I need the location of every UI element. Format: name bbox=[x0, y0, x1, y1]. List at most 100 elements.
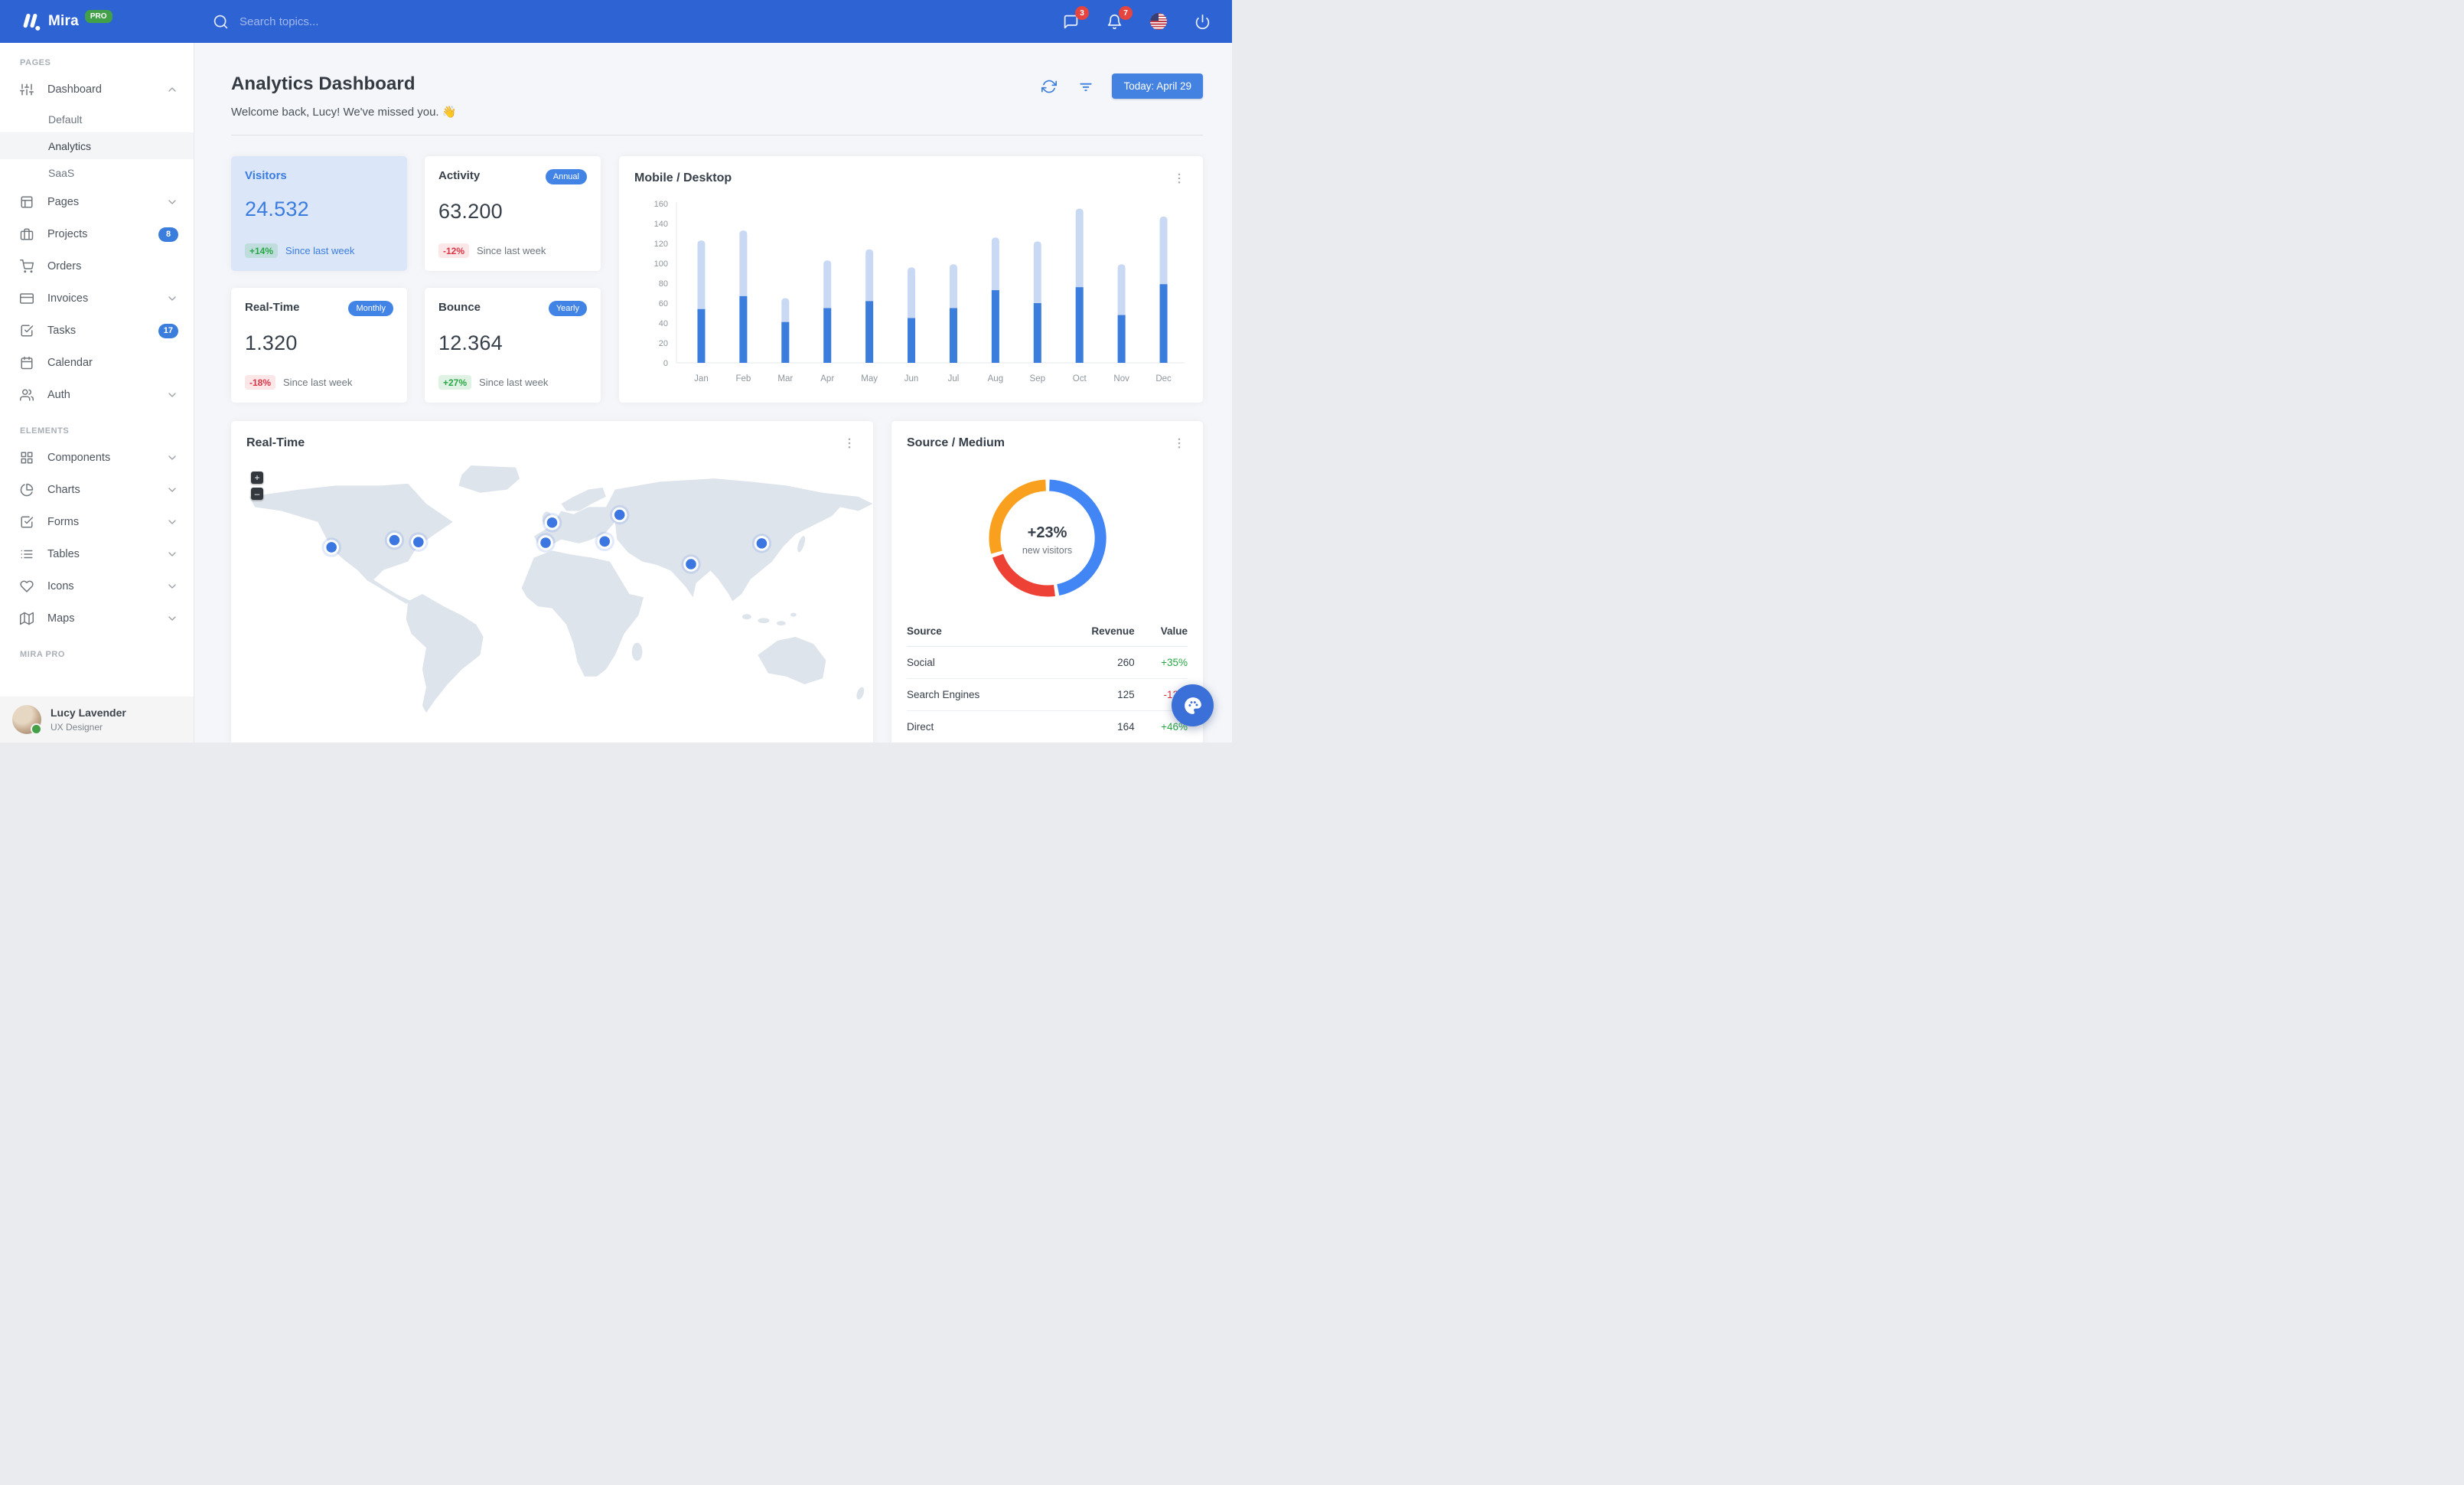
chart-card-menu-button[interactable] bbox=[1171, 170, 1188, 187]
stat-change-chip: +27% bbox=[438, 375, 472, 390]
sidebar-subitem-saas[interactable]: SaaS bbox=[0, 159, 194, 186]
theme-settings-fab[interactable] bbox=[1172, 684, 1214, 726]
table-header: Value bbox=[1134, 618, 1188, 647]
filter-button[interactable] bbox=[1075, 76, 1097, 97]
sidebar-item-forms[interactable]: Forms bbox=[0, 506, 194, 538]
stat-period-badge[interactable]: Monthly bbox=[348, 301, 393, 316]
map-zoom-in-button[interactable]: + bbox=[251, 472, 263, 484]
stat-title: Bounce bbox=[438, 301, 481, 314]
stat-cards: Visitors 24.532 +14% Since last week Act… bbox=[231, 156, 601, 403]
stat-card-bounce: Bounce Yearly 12.364 +27% Since last wee… bbox=[425, 288, 601, 403]
svg-text:60: 60 bbox=[659, 299, 668, 308]
stat-value: 24.532 bbox=[245, 197, 309, 220]
map-marker[interactable] bbox=[536, 533, 556, 553]
svg-text:Jul: Jul bbox=[948, 374, 960, 383]
search-input[interactable] bbox=[238, 14, 422, 29]
sign-out-button[interactable] bbox=[1191, 11, 1214, 33]
sidebar-item-maps[interactable]: Maps bbox=[0, 602, 194, 635]
source-medium-donut: +23% new visitors bbox=[975, 465, 1120, 615]
page-title: Analytics Dashboard bbox=[231, 73, 416, 94]
sidebar-section-label: ELEMENTS bbox=[20, 426, 70, 436]
source-medium-card: Source / Medium +23% new visitors Source… bbox=[891, 421, 1203, 742]
pie-chart-icon bbox=[20, 483, 34, 497]
sidebar-user[interactable]: Lucy Lavender UX Designer bbox=[0, 697, 194, 742]
map-continents bbox=[249, 465, 873, 713]
svg-text:140: 140 bbox=[654, 220, 668, 229]
map-marker[interactable] bbox=[542, 513, 562, 533]
chevron-down-icon bbox=[168, 393, 176, 397]
check-square-icon bbox=[21, 516, 34, 528]
map-marker[interactable] bbox=[321, 537, 341, 557]
heart-icon bbox=[20, 580, 34, 592]
brand[interactable]: Mira PRO bbox=[18, 9, 196, 33]
source-card-menu-button[interactable] bbox=[1171, 435, 1188, 452]
sidebar-item-calendar[interactable]: Calendar bbox=[0, 347, 194, 379]
table-row[interactable]: Search Engines 125 -12% bbox=[907, 678, 1188, 711]
map-marker[interactable] bbox=[609, 504, 630, 525]
table-header: Source bbox=[907, 618, 1051, 647]
credit-card-icon bbox=[20, 293, 34, 304]
stat-card-real-time: Real-Time Monthly 1.320 -18% Since last … bbox=[231, 288, 407, 403]
svg-text:Aug: Aug bbox=[988, 374, 1003, 383]
more-vertical-icon bbox=[1178, 173, 1181, 184]
sidebar-badge: 8 bbox=[158, 227, 178, 242]
sidebar: PAGES Dashboard Default Analytics SaaS Page… bbox=[0, 43, 194, 742]
chevron-down-icon bbox=[168, 296, 176, 301]
language-button[interactable] bbox=[1147, 10, 1170, 33]
user-role: UX Designer bbox=[51, 721, 103, 733]
chevron-down-icon bbox=[168, 200, 176, 204]
svg-text:100: 100 bbox=[654, 259, 668, 269]
sidebar-item-icons[interactable]: Icons bbox=[0, 570, 194, 602]
page-header: Analytics Dashboard Welcome back, Lucy! … bbox=[231, 73, 1203, 119]
chevron-up-icon bbox=[168, 87, 176, 92]
map-zoom-out-button[interactable]: – bbox=[251, 488, 263, 500]
layout-icon bbox=[21, 196, 33, 208]
sidebar-item-charts[interactable]: Charts bbox=[0, 474, 194, 506]
sidebar-item-projects[interactable]: Projects 8 bbox=[0, 218, 194, 250]
sidebar-item-auth[interactable]: Auth bbox=[0, 379, 194, 411]
table-row[interactable]: Social 260 +35% bbox=[907, 646, 1188, 679]
notifications-button[interactable]: 7 bbox=[1103, 5, 1133, 33]
sidebar-item-invoices[interactable]: Invoices bbox=[0, 282, 194, 315]
mobile-desktop-bar-chart: 0 20 40 60 80 100 120 140 160 Jan Feb Mar Apr May Jun J… bbox=[619, 191, 1203, 391]
stat-title: Activity bbox=[438, 169, 481, 182]
sidebar-section-label: MIRA PRO bbox=[20, 650, 65, 659]
refresh-button[interactable] bbox=[1038, 76, 1060, 97]
refresh-icon bbox=[1041, 80, 1058, 93]
stat-change-chip: +14% bbox=[245, 243, 279, 258]
app-window: Mira PRO 3 7 PAGES D bbox=[0, 0, 1232, 742]
map-marker[interactable] bbox=[681, 554, 701, 574]
grid-icon bbox=[21, 452, 33, 464]
search bbox=[213, 14, 422, 30]
messages-button[interactable]: 3 bbox=[1060, 5, 1089, 33]
stat-period-badge[interactable]: Annual bbox=[545, 169, 587, 184]
map-marker[interactable] bbox=[595, 531, 614, 552]
map-marker[interactable] bbox=[751, 534, 772, 553]
svg-text:120: 120 bbox=[654, 240, 668, 249]
search-icon bbox=[213, 15, 228, 28]
map-marker[interactable] bbox=[384, 530, 405, 550]
map-marker[interactable] bbox=[409, 532, 429, 552]
date-range-button[interactable]: Today: April 29 bbox=[1112, 73, 1203, 99]
sidebar-item-dashboard[interactable]: Dashboard bbox=[0, 73, 194, 106]
sidebar-item-orders[interactable]: Orders bbox=[0, 250, 194, 282]
sidebar-section-label: PAGES bbox=[20, 58, 51, 67]
top-navbar: Mira PRO 3 7 bbox=[0, 0, 1232, 43]
map-card-menu-button[interactable] bbox=[841, 435, 858, 452]
sidebar-item-tasks[interactable]: Tasks 17 bbox=[0, 315, 194, 347]
main-content: Analytics Dashboard Welcome back, Lucy! … bbox=[194, 43, 1232, 742]
svg-text:80: 80 bbox=[659, 279, 668, 289]
check-square-icon bbox=[21, 325, 34, 337]
realtime-map-card: Real-Time + – bbox=[231, 421, 873, 742]
sidebar-item-components[interactable]: Components bbox=[0, 442, 194, 474]
user-name: Lucy Lavender UX Designer bbox=[51, 706, 126, 733]
stat-period-badge[interactable]: Yearly bbox=[548, 301, 587, 316]
sidebar-item-tables[interactable]: Tables bbox=[0, 538, 194, 570]
sidebar-subitem-analytics[interactable]: Analytics bbox=[0, 132, 194, 159]
sidebar-subitem-default[interactable]: Default bbox=[0, 106, 194, 132]
users-icon bbox=[20, 389, 34, 401]
table-row[interactable]: Direct 164 +46% bbox=[907, 710, 1188, 742]
svg-text:Sep: Sep bbox=[1030, 374, 1045, 383]
sidebar-item-pages[interactable]: Pages bbox=[0, 186, 194, 218]
world-map[interactable]: + – bbox=[231, 453, 873, 742]
